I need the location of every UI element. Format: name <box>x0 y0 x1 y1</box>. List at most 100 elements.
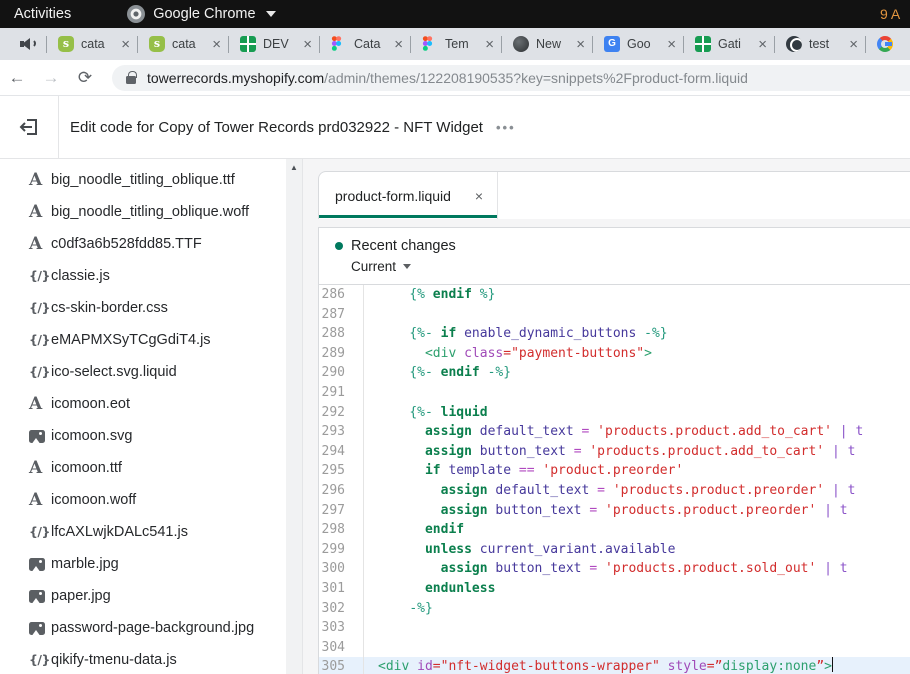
lock-icon[interactable] <box>126 76 136 84</box>
line-number: 294 <box>319 442 364 462</box>
audio-speaker-icon[interactable] <box>20 38 36 50</box>
file-row[interactable]: Aicomoon.eot <box>0 388 286 420</box>
font-file-icon: A <box>29 172 51 189</box>
file-name: big_noodle_titling_oblique.ttf <box>51 172 235 188</box>
image-file-icon <box>29 590 51 603</box>
code-line[interactable]: 300 assign button_text = 'products.produ… <box>319 559 910 579</box>
tab-close-icon[interactable]: × <box>394 37 403 52</box>
code-line-text: {% endif %} <box>364 285 495 305</box>
code-file-icon: {/} <box>29 365 51 379</box>
line-number: 287 <box>319 305 364 325</box>
file-row[interactable]: Abig_noodle_titling_oblique.ttf <box>0 164 286 196</box>
sheets-favicon <box>240 36 256 52</box>
editor-tab-product-form[interactable]: product-form.liquid × <box>319 172 498 219</box>
file-row[interactable]: {/}lfcAXLwjkDALc541.js <box>0 516 286 548</box>
file-row[interactable]: {/}ico-select.svg.liquid <box>0 356 286 388</box>
sidebar-scrollbar[interactable]: ▲ <box>286 159 302 674</box>
tab-close-icon[interactable]: × <box>576 37 585 52</box>
file-row[interactable]: Aicomoon.ttf <box>0 452 286 484</box>
address-bar[interactable]: towerrecords.myshopify.com/admin/themes/… <box>112 65 910 91</box>
file-row[interactable]: Abig_noodle_titling_oblique.woff <box>0 196 286 228</box>
code-line[interactable]: 303 <box>319 618 910 638</box>
tab-title: cata <box>81 37 114 51</box>
tab-title: Gati <box>718 37 751 51</box>
code-line[interactable]: 301 endunless <box>319 579 910 599</box>
file-name: eMAPMXSyTCgGdiT4.js <box>51 332 211 348</box>
code-line[interactable]: 286 {% endif %} <box>319 285 910 305</box>
browser-tab[interactable]: New × <box>502 28 592 60</box>
active-tab-underline <box>319 215 497 218</box>
forward-icon[interactable]: → <box>34 68 68 88</box>
file-row[interactable]: password-page-background.jpg <box>0 612 286 644</box>
browser-tab[interactable] <box>866 28 910 60</box>
back-icon[interactable]: ← <box>0 68 34 88</box>
tab-close-icon[interactable]: × <box>212 37 221 52</box>
file-row[interactable]: {/}classie.js <box>0 260 286 292</box>
tab-close-icon[interactable]: × <box>485 37 494 52</box>
exit-button[interactable] <box>0 116 58 138</box>
tab-close-icon[interactable]: × <box>758 37 767 52</box>
tab-close-icon[interactable]: × <box>475 188 483 204</box>
reload-icon[interactable]: ⟳ <box>68 68 102 88</box>
code-line[interactable]: 304 <box>319 638 910 658</box>
browser-tab[interactable]: cata× <box>138 28 228 60</box>
code-line[interactable]: 288 {%- if enable_dynamic_buttons -%} <box>319 324 910 344</box>
browser-tab[interactable]: Goo× <box>593 28 683 60</box>
browser-tab[interactable]: test× <box>775 28 865 60</box>
system-clock[interactable]: 9 A <box>880 0 910 28</box>
scroll-up-icon[interactable]: ▲ <box>286 163 302 172</box>
code-line-text <box>364 618 378 638</box>
code-line[interactable]: 305<div id="nft-widget-buttons-wrapper" … <box>319 657 910 674</box>
code-file-icon: {/} <box>29 653 51 667</box>
file-name: classie.js <box>51 268 110 284</box>
browser-tab[interactable]: Cata× <box>320 28 410 60</box>
code-line[interactable]: 297 assign button_text = 'products.produ… <box>319 501 910 521</box>
code-line[interactable]: 294 assign button_text = 'products.produ… <box>319 442 910 462</box>
activities-button[interactable]: Activities <box>14 6 71 22</box>
code-area[interactable]: 286 {% endif %}287288 {%- if enable_dyna… <box>318 285 910 674</box>
line-number: 291 <box>319 383 364 403</box>
image-file-icon <box>29 558 45 571</box>
tab-close-icon[interactable]: × <box>121 37 130 52</box>
file-row[interactable]: paper.jpg <box>0 580 286 612</box>
code-line[interactable]: 290 {%- endif -%} <box>319 363 910 383</box>
file-row[interactable]: {/}qikify-tmenu-data.js <box>0 644 286 674</box>
file-row[interactable]: marble.jpg <box>0 548 286 580</box>
code-line[interactable]: 287 <box>319 305 910 325</box>
active-app-menu[interactable]: Google Chrome <box>127 5 275 23</box>
image-file-icon <box>29 558 51 571</box>
browser-tab[interactable]: Gati × <box>684 28 774 60</box>
tab-title: New <box>536 37 569 51</box>
browser-tab[interactable]: cata × <box>47 28 137 60</box>
line-number: 297 <box>319 501 364 521</box>
code-line[interactable]: 298 endif <box>319 520 910 540</box>
file-row[interactable]: Aicomoon.woff <box>0 484 286 516</box>
tab-close-icon[interactable]: × <box>667 37 676 52</box>
tab-close-icon[interactable]: × <box>303 37 312 52</box>
file-row[interactable]: {/}eMAPMXSyTCgGdiT4.js <box>0 324 286 356</box>
code-line[interactable]: 292 {%- liquid <box>319 403 910 423</box>
line-number: 288 <box>319 324 364 344</box>
file-name: paper.jpg <box>51 588 111 604</box>
more-actions-button[interactable]: ••• <box>496 120 516 135</box>
code-line[interactable]: 291 <box>319 383 910 403</box>
file-row[interactable]: icomoon.svg <box>0 420 286 452</box>
code-line[interactable]: 302 -%} <box>319 599 910 619</box>
image-file-icon <box>29 430 51 443</box>
code-line[interactable]: 295 if template == 'product.preorder' <box>319 461 910 481</box>
code-line[interactable]: 299 unless current_variant.available <box>319 540 910 560</box>
font-file-icon: A <box>29 236 51 253</box>
file-row[interactable]: {/}cs-skin-border.css <box>0 292 286 324</box>
code-line[interactable]: 296 assign default_text = 'products.prod… <box>319 481 910 501</box>
browser-tab[interactable]: Tem× <box>411 28 501 60</box>
tab-close-icon[interactable]: × <box>849 37 858 52</box>
version-dropdown[interactable]: Current <box>351 259 910 274</box>
globe-favicon <box>786 36 802 52</box>
code-line[interactable]: 289 <div class="payment-buttons"> <box>319 344 910 364</box>
browser-tab[interactable]: DEV× <box>229 28 319 60</box>
translate-favicon <box>604 36 620 52</box>
line-number: 299 <box>319 540 364 560</box>
code-line[interactable]: 293 assign default_text = 'products.prod… <box>319 422 910 442</box>
file-row[interactable]: Ac0df3a6b528fdd85.TTF <box>0 228 286 260</box>
chevron-down-icon <box>403 264 411 269</box>
